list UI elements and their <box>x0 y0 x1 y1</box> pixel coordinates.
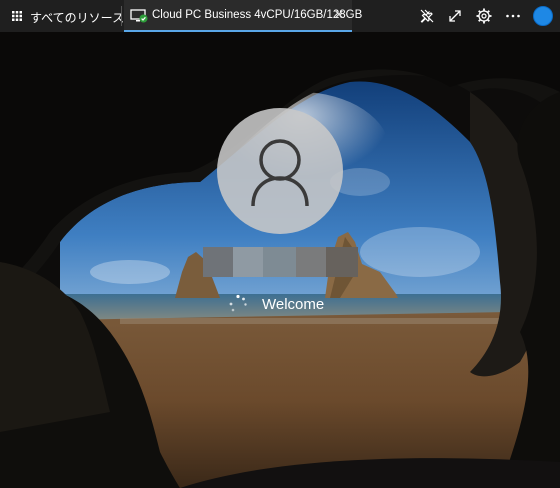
pin-off-icon[interactable] <box>418 7 436 25</box>
tab-all-resources[interactable]: すべてのリソース <box>0 0 124 32</box>
welcome-text: Welcome <box>262 296 325 313</box>
more-icon[interactable] <box>504 7 522 25</box>
tab-cloud-pc-label: Cloud PC Business 4vCPU/16GB/128GB <box>152 9 363 21</box>
close-icon[interactable]: ✕ <box>332 8 346 22</box>
remote-desktop-screen[interactable]: Welcome <box>0 32 560 488</box>
gear-icon[interactable] <box>475 7 493 25</box>
tab-bar: すべてのリソース Cloud PC Business 4vCPU/16GB/12… <box>0 0 560 32</box>
user-icon <box>251 139 309 207</box>
account-avatar[interactable] <box>533 6 553 26</box>
username-redacted <box>203 247 358 277</box>
loading-spinner-icon <box>229 294 247 312</box>
user-avatar <box>217 108 343 234</box>
tab-separator <box>121 6 122 26</box>
expand-icon[interactable] <box>446 7 464 25</box>
cloud-pc-icon <box>130 9 148 23</box>
tab-cloud-pc[interactable]: Cloud PC Business 4vCPU/16GB/128GB ✕ <box>124 0 362 32</box>
tab-all-resources-label: すべてのリソース <box>30 11 125 25</box>
grid-icon <box>12 11 22 21</box>
